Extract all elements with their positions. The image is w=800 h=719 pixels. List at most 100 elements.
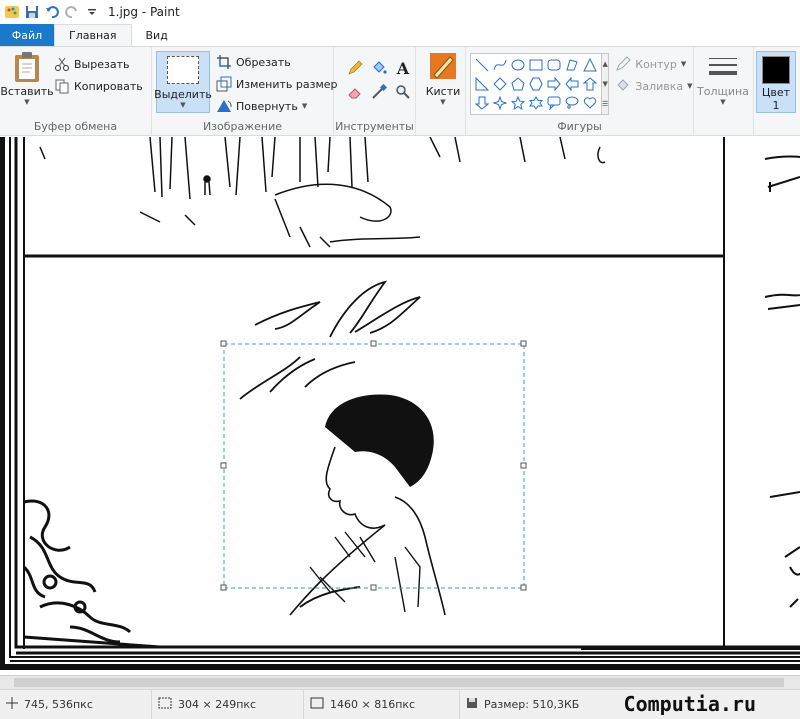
shapes-gallery[interactable] bbox=[470, 53, 602, 115]
image-canvas[interactable] bbox=[0, 137, 800, 686]
polygon-shape-icon[interactable] bbox=[563, 55, 581, 74]
outline-icon bbox=[615, 56, 631, 72]
selection-size-icon bbox=[158, 697, 172, 712]
selection-size: 304 × 249пкс bbox=[152, 690, 304, 719]
selection-handle[interactable] bbox=[520, 462, 527, 469]
line-shape-icon[interactable] bbox=[473, 55, 491, 74]
selection-handle[interactable] bbox=[220, 462, 227, 469]
text-tool-icon[interactable]: A bbox=[392, 57, 414, 79]
callout-shape-icon[interactable] bbox=[545, 93, 563, 112]
image-group-label: Изображение bbox=[202, 120, 283, 133]
title-bar: 1.jpg - Paint bbox=[0, 0, 800, 24]
horizontal-scrollbar[interactable] bbox=[0, 675, 800, 689]
chevron-down-icon: ▼ bbox=[301, 102, 308, 110]
hexagon-shape-icon[interactable] bbox=[527, 74, 545, 93]
outline-label: Контур bbox=[635, 57, 677, 71]
pentagon-shape-icon[interactable] bbox=[509, 74, 527, 93]
resize-button[interactable]: Изменить размер bbox=[216, 73, 338, 95]
color1-button[interactable]: Цвет 1 bbox=[756, 51, 796, 113]
watermark: Computia.ru bbox=[623, 692, 756, 716]
magnifier-icon[interactable] bbox=[392, 81, 414, 103]
clipboard-icon bbox=[11, 51, 43, 83]
arrow-up-shape-icon[interactable] bbox=[581, 74, 599, 93]
customize-toolbar-icon[interactable] bbox=[84, 4, 100, 20]
resize-icon bbox=[216, 76, 232, 92]
selection-handle[interactable] bbox=[370, 584, 377, 591]
canvas-area[interactable] bbox=[0, 137, 800, 686]
chevron-down-icon: ▼ bbox=[180, 101, 186, 109]
arrow-left-shape-icon[interactable] bbox=[563, 74, 581, 93]
heart-shape-icon[interactable] bbox=[581, 93, 599, 112]
arrow-down-shape-icon[interactable] bbox=[473, 93, 491, 112]
shapes-group-label: Фигуры bbox=[557, 120, 602, 133]
image-group: Выделить ▼ Обрезать Изменить размер Пове… bbox=[152, 47, 338, 135]
redo-icon[interactable] bbox=[64, 4, 80, 20]
copy-label: Копировать bbox=[74, 79, 143, 93]
paint-app-icon[interactable] bbox=[4, 4, 20, 20]
tab-home[interactable]: Главная bbox=[54, 24, 132, 46]
fill-button[interactable]: Заливка ▼ bbox=[615, 75, 693, 97]
image-size-icon bbox=[310, 697, 324, 712]
cloud-callout-shape-icon[interactable] bbox=[563, 93, 581, 112]
crop-label: Обрезать bbox=[236, 55, 291, 69]
copy-button[interactable]: Копировать bbox=[54, 75, 143, 97]
scissors-icon bbox=[54, 56, 70, 72]
resize-label: Изменить размер bbox=[236, 77, 338, 91]
selection-marquee[interactable] bbox=[220, 340, 527, 591]
tools-group-label: Инструменты bbox=[335, 120, 414, 133]
chevron-down-icon[interactable]: ▼ bbox=[602, 80, 607, 88]
fill-bucket-icon[interactable] bbox=[368, 57, 390, 79]
tab-view[interactable]: Вид bbox=[132, 24, 182, 46]
star6-shape-icon[interactable] bbox=[527, 93, 545, 112]
diamond-shape-icon[interactable] bbox=[491, 74, 509, 93]
selection-handle[interactable] bbox=[520, 340, 527, 347]
file-size-text: Размер: 510,3КБ bbox=[484, 698, 580, 711]
right-triangle-shape-icon[interactable] bbox=[473, 74, 491, 93]
rotate-button[interactable]: Повернуть ▼ bbox=[216, 95, 338, 117]
curve-shape-icon[interactable] bbox=[491, 55, 509, 74]
selection-handle[interactable] bbox=[220, 584, 227, 591]
brush-icon bbox=[427, 51, 459, 83]
crop-button[interactable]: Обрезать bbox=[216, 51, 338, 73]
shapes-scrollbar[interactable]: ▲ ▼ ☰ bbox=[602, 53, 610, 115]
brushes-label: Кисти bbox=[425, 85, 461, 98]
selection-handle[interactable] bbox=[220, 340, 227, 347]
tab-file[interactable]: Файл bbox=[0, 24, 54, 46]
arrow-right-shape-icon[interactable] bbox=[545, 74, 563, 93]
pencil-icon[interactable] bbox=[344, 57, 366, 79]
fill-label: Заливка bbox=[635, 79, 684, 93]
file-size: Размер: 510,3КБ bbox=[460, 690, 579, 719]
chevron-down-icon: ▼ bbox=[440, 98, 446, 106]
scrollbar-thumb[interactable] bbox=[14, 678, 784, 687]
expand-gallery-icon[interactable]: ☰ bbox=[602, 100, 608, 108]
chevron-up-icon[interactable]: ▲ bbox=[602, 60, 607, 68]
ribbon-tabs: Файл Главная Вид bbox=[0, 24, 800, 46]
star4-shape-icon[interactable] bbox=[491, 93, 509, 112]
cursor-position-text: 745, 536пкс bbox=[24, 698, 93, 711]
outline-button[interactable]: Контур ▼ bbox=[615, 53, 692, 75]
triangle-shape-icon[interactable] bbox=[581, 55, 599, 74]
color-picker-icon[interactable] bbox=[368, 81, 390, 103]
window-title: 1.jpg - Paint bbox=[108, 5, 180, 19]
rounded-rectangle-shape-icon[interactable] bbox=[545, 55, 563, 74]
save-icon[interactable] bbox=[24, 4, 40, 20]
selection-handle[interactable] bbox=[370, 340, 377, 347]
cursor-position: 745, 536пкс bbox=[0, 690, 152, 719]
color1-swatch bbox=[762, 56, 790, 84]
rotate-label: Повернуть bbox=[236, 99, 298, 113]
select-label: Выделить bbox=[154, 88, 212, 101]
selection-handle[interactable] bbox=[520, 584, 527, 591]
oval-shape-icon[interactable] bbox=[509, 55, 527, 74]
undo-icon[interactable] bbox=[44, 4, 60, 20]
fill-icon bbox=[615, 78, 631, 94]
eraser-icon[interactable] bbox=[344, 81, 366, 103]
disk-icon bbox=[466, 697, 478, 712]
star5-shape-icon[interactable] bbox=[509, 93, 527, 112]
cut-button[interactable]: Вырезать bbox=[54, 53, 143, 75]
select-button[interactable]: Выделить ▼ bbox=[154, 51, 212, 113]
size-button[interactable]: Толщина ▼ bbox=[697, 51, 749, 106]
rectangle-shape-icon[interactable] bbox=[527, 55, 545, 74]
brushes-button[interactable]: Кисти ▼ bbox=[420, 51, 466, 106]
cut-label: Вырезать bbox=[74, 57, 130, 71]
brushes-group: Кисти ▼ bbox=[416, 47, 466, 135]
